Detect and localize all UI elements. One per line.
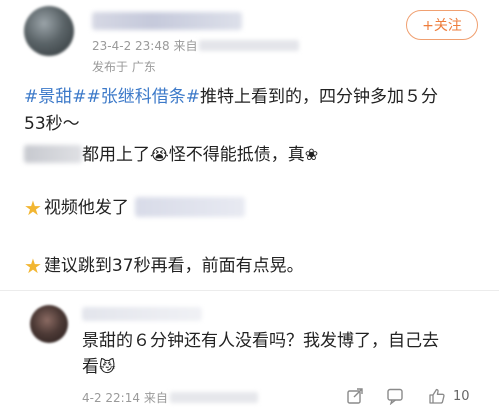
post-line-1: #景甜##张继科借条#推特上看到的，四分钟多加５分	[24, 87, 438, 107]
comment-line-2: 看😼	[82, 357, 116, 377]
star-icon: ★	[24, 254, 42, 278]
commenter-name-blurred[interactable]	[82, 307, 202, 321]
author-name-blurred[interactable]	[92, 12, 242, 30]
comment-source-blurred	[169, 392, 258, 403]
post-meta: 23-4-2 23:48 来自	[92, 37, 300, 54]
comment-icon[interactable]	[386, 387, 404, 405]
hashtag-link[interactable]: #景甜##张继科借条#	[24, 87, 200, 107]
post-source-blurred	[199, 40, 300, 51]
comment-timestamp: 4-2 22:14	[82, 391, 140, 405]
blurred-video-link[interactable]	[134, 197, 245, 217]
crying-emoji-icon: 😭	[150, 145, 169, 164]
flower-emoji-icon: ❀	[304, 145, 319, 164]
weibo-post: 23-4-2 23:48 来自 发布于 广东 +关注 #景甜##张继科借条#推特…	[0, 0, 499, 290]
blurred-text	[24, 145, 82, 163]
thumbs-up-icon[interactable]	[428, 387, 446, 405]
post-line-4: ★ 视频他发了	[24, 196, 245, 220]
star-icon: ★	[24, 196, 42, 220]
post-line-2: 53秒～	[24, 114, 80, 134]
post-line-3: 都用上了😭怪不得能抵债，真❀	[24, 143, 318, 167]
post-location: 发布于 广东	[92, 60, 156, 74]
cat-emoji-icon: 😼	[99, 357, 116, 376]
post-source-prefix: 来自	[173, 39, 198, 53]
post-line-5: ★ 建议跳到37秒再看，前面有点晃。	[24, 254, 304, 278]
author-avatar[interactable]	[24, 6, 74, 56]
comment-source-prefix: 来自	[143, 391, 168, 405]
commenter-avatar[interactable]	[30, 305, 68, 343]
comment-meta: 4-2 22:14 来自	[82, 389, 258, 406]
follow-button[interactable]: +关注	[406, 10, 478, 40]
share-icon[interactable]	[346, 387, 364, 405]
comment-line-1: 景甜的６分钟还有人没看吗？我发博了，自己去	[82, 331, 439, 351]
post-timestamp: 23-4-2 23:48	[92, 39, 170, 53]
like-count: 10	[453, 389, 470, 404]
comment-item: 景甜的６分钟还有人没看吗？我发博了，自己去 看😼 4-2 22:14 来自 10	[0, 291, 499, 411]
